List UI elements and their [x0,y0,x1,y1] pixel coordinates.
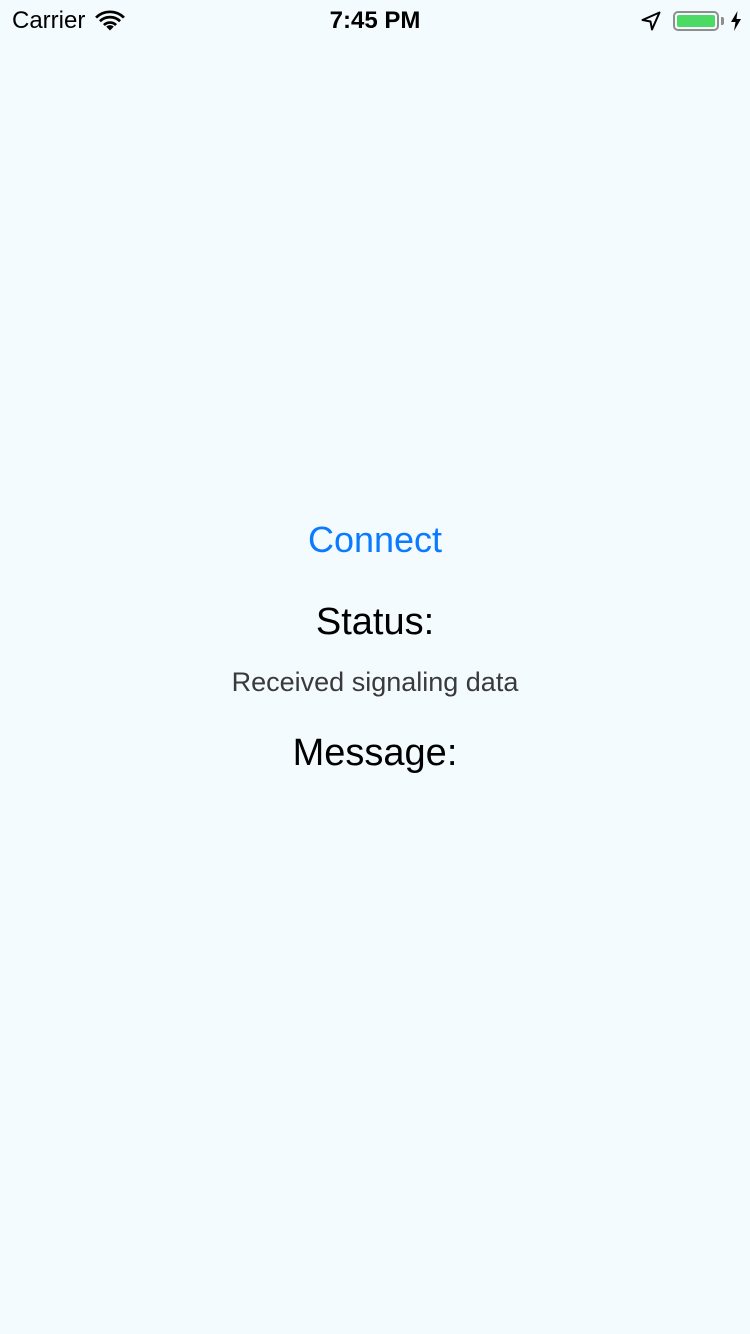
status-label: Status: [315,601,435,643]
charging-bolt-icon [731,11,741,31]
status-bar-time: 7:45 PM [329,7,421,34]
location-arrow-icon [641,11,661,31]
status-indicators [641,5,742,37]
status-value: Received signaling data [231,667,519,697]
connect-button[interactable]: Connect [0,516,750,564]
message-label: Message: [292,732,458,774]
status-bar: Carrier 7:45 PM [0,0,750,40]
battery-nub [721,17,724,25]
battery-icon [673,11,719,31]
battery-level-fill [677,15,715,27]
